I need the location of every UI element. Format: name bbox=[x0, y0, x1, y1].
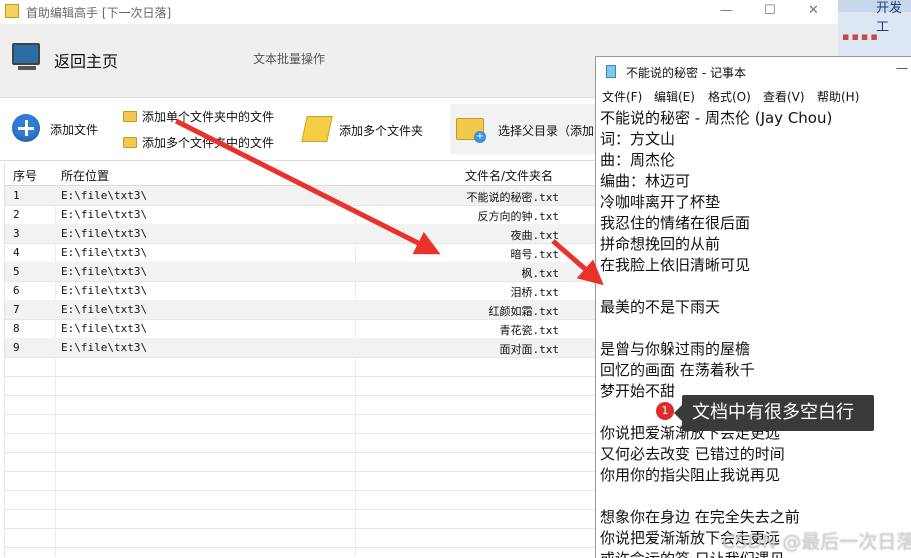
annotation-badge: 1 bbox=[656, 402, 674, 420]
annotation-arrow bbox=[174, 118, 441, 255]
annotation-tooltip: 文档中有很多空白行 bbox=[682, 395, 874, 431]
tooltip-pointer bbox=[674, 405, 682, 421]
csdn-watermark: CSDN @最后一次日落 bbox=[722, 531, 911, 553]
annotation-arrow bbox=[551, 239, 604, 286]
annotation-arrows bbox=[174, 118, 604, 286]
